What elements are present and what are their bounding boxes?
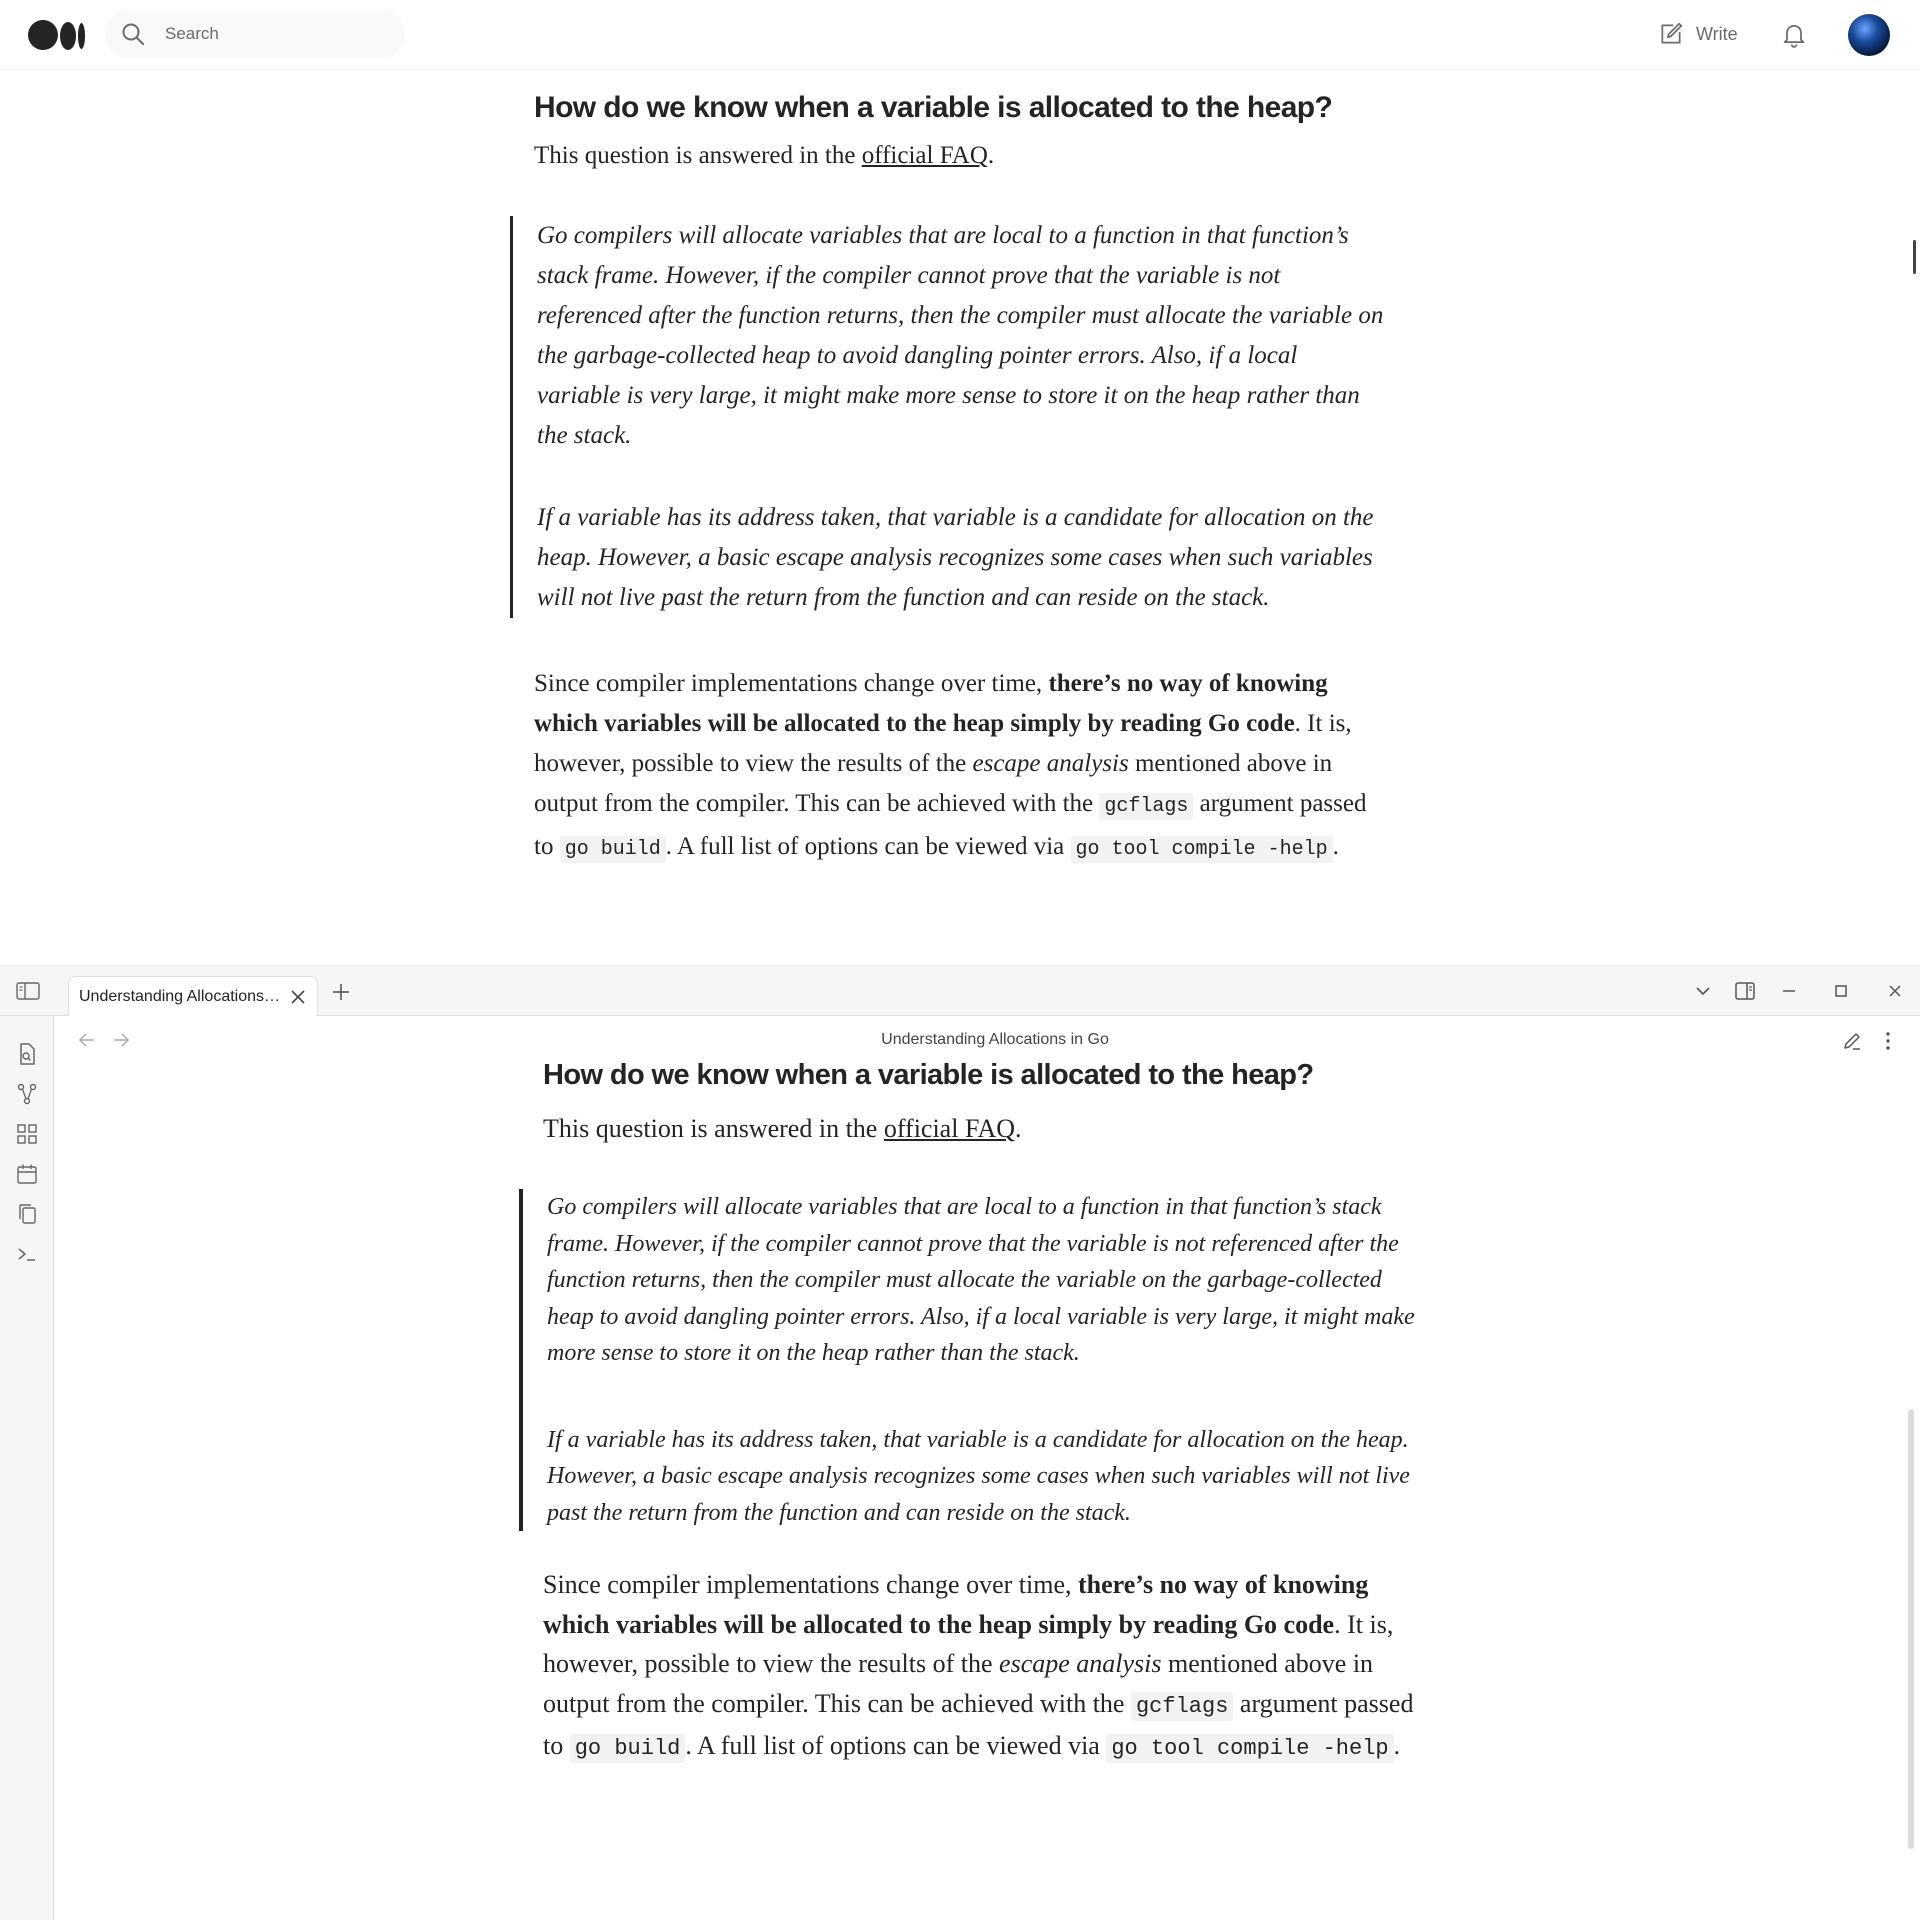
body-paragraph: Since compiler implementations change ov… [543,1570,1414,1763]
official-faq-link[interactable]: official FAQ [862,142,988,169]
write-button[interactable]: Write [1658,18,1738,50]
new-tab-plus-icon[interactable] [330,981,352,1003]
code-go-build: go build [569,1734,686,1763]
lead-paragraph: This question is answered in the officia… [534,142,995,169]
calendar-icon[interactable] [15,1162,39,1186]
medium-header: Write [0,0,1920,70]
body-paragraph: Since compiler implementations change ov… [534,670,1367,863]
notifications-bell-icon[interactable] [1780,20,1808,48]
section-heading: How do we know when a variable is alloca… [534,91,1333,124]
medium-article: How do we know when a variable is alloca… [510,88,1386,870]
quote-paragraph-2: If a variable has its address taken, tha… [547,1426,1410,1526]
medium-page: Write How do we know when a variable is … [0,0,1920,965]
code-go-tool-compile: go tool compile -help [1106,1734,1394,1763]
faq-quote: Go compilers will allocate variables tha… [510,216,1386,618]
left-ribbon [0,1016,54,1920]
note-article: How do we know when a variable is alloca… [519,1055,1425,1769]
quote-paragraph-1: Go compilers will allocate variables tha… [547,1194,1415,1366]
tab-bar: Understanding Allocations… [0,966,1920,1016]
write-icon [1661,22,1683,44]
section-heading: How do we know when a variable is alloca… [543,1059,1314,1091]
sidebar-toggle-icon[interactable] [16,982,40,1000]
tab-list-chevron-down-icon[interactable] [1692,980,1714,1002]
code-gcflags: gcflags [1099,793,1194,820]
scroll-position-marker[interactable] [1913,240,1916,274]
minimize-window-icon[interactable] [1778,980,1800,1002]
graph-view-icon[interactable] [15,1082,39,1106]
maximize-window-icon[interactable] [1830,980,1852,1002]
official-faq-link[interactable]: official FAQ [884,1114,1015,1143]
quote-paragraph-1: Go compilers will allocate variables tha… [537,222,1384,449]
quick-switcher-icon[interactable] [15,1042,39,1066]
body-italic-text: escape analysis [999,1649,1162,1678]
copy-files-icon[interactable] [15,1202,39,1226]
search-icon [122,23,144,45]
medium-logo[interactable] [28,18,86,50]
close-window-icon[interactable] [1884,980,1906,1002]
lead-paragraph: This question is answered in the officia… [543,1114,1022,1143]
search-box[interactable] [105,10,405,58]
terminal-icon[interactable] [15,1242,39,1266]
code-gcflags: gcflags [1130,1691,1234,1721]
write-label: Write [1696,23,1738,44]
faq-quote: Go compilers will allocate variables tha… [519,1189,1425,1531]
user-avatar[interactable] [1848,14,1890,56]
more-options-icon[interactable] [1877,1030,1899,1052]
edit-pencil-icon[interactable] [1841,1030,1863,1052]
code-go-build: go build [559,836,666,863]
tab-title: Understanding Allocations… [79,988,281,1005]
close-tab-icon[interactable] [289,988,307,1006]
canvas-grid-icon[interactable] [15,1122,39,1146]
code-go-tool-compile: go tool compile -help [1070,836,1333,863]
view-title[interactable]: Understanding Allocations in Go [55,1031,1920,1049]
search-input[interactable] [163,22,383,46]
split-view-icon[interactable] [1734,980,1756,1002]
body-italic-text: escape analysis [972,750,1129,777]
note-scrollbar[interactable] [1908,1409,1914,1849]
tab-understanding-allocations[interactable]: Understanding Allocations… [68,976,318,1016]
quote-paragraph-2: If a variable has its address taken, tha… [537,504,1374,611]
